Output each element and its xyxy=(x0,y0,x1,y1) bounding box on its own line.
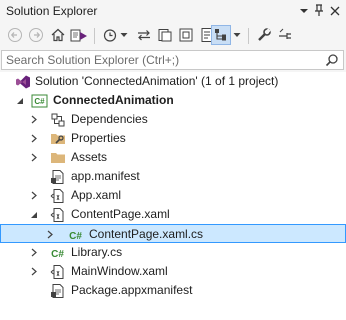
tree-item-label: Assets xyxy=(71,150,108,164)
folder-icon xyxy=(49,149,66,166)
tree-row-mainwindow-xaml[interactable]: MainWindow.xaml xyxy=(0,262,346,281)
manifest-file-icon xyxy=(49,282,66,299)
properties-wrench-icon[interactable] xyxy=(254,25,274,45)
toolbar-separator xyxy=(94,28,95,44)
svg-text:C#: C# xyxy=(51,249,64,260)
title-bar: Solution Explorer xyxy=(0,0,346,22)
tree-row-app-manifest[interactable]: app.manifest xyxy=(0,167,346,186)
collapsed-chevron-icon[interactable] xyxy=(28,129,40,148)
tree-item-label: app.manifest xyxy=(71,169,140,183)
tree-row-solution[interactable]: Solution 'ConnectedAnimation' (1 of 1 pr… xyxy=(0,72,346,91)
project-label: ConnectedAnimation xyxy=(53,93,174,107)
view-options-dropdown-icon[interactable] xyxy=(232,25,242,45)
xaml-file-icon xyxy=(49,263,66,280)
search-icon[interactable] xyxy=(324,52,340,68)
search-input[interactable] xyxy=(6,52,316,68)
collapsed-chevron-icon[interactable] xyxy=(28,110,40,129)
search-box xyxy=(1,50,344,70)
toolbar-separator xyxy=(248,28,249,44)
tree-row-dependencies[interactable]: Dependencies xyxy=(0,110,346,129)
tree-item-label: ContentPage.xaml xyxy=(71,207,170,221)
tree-row-app-xaml[interactable]: App.xaml xyxy=(0,186,346,205)
tree-row-library-cs[interactable]: C# Library.cs xyxy=(0,243,346,262)
forward-icon[interactable] xyxy=(26,25,46,45)
expanded-chevron-icon[interactable] xyxy=(14,91,26,110)
xaml-file-icon xyxy=(49,206,66,223)
sync-with-active-document-icon[interactable] xyxy=(134,25,154,45)
collapsed-chevron-icon[interactable] xyxy=(28,148,40,167)
collapsed-chevron-icon[interactable] xyxy=(28,186,40,205)
refresh-icon[interactable] xyxy=(155,25,175,45)
expanded-chevron-icon[interactable] xyxy=(28,205,40,224)
pin-icon[interactable] xyxy=(311,2,327,19)
svg-text:C#: C# xyxy=(34,97,45,106)
tree-item-label: App.xaml xyxy=(71,188,122,202)
tree-row-project[interactable]: C# ConnectedAnimation xyxy=(0,91,346,110)
manifest-file-icon xyxy=(49,168,66,185)
close-icon[interactable] xyxy=(327,2,343,19)
svg-text:C#: C# xyxy=(69,231,82,242)
tree-row-contentpage-xaml[interactable]: ContentPage.xaml xyxy=(0,205,346,224)
tree-row-assets[interactable]: Assets xyxy=(0,148,346,167)
preview-selected-items-icon[interactable] xyxy=(211,25,231,45)
tree-item-label: Dependencies xyxy=(71,112,148,126)
pending-changes-dropdown-icon[interactable] xyxy=(119,25,129,45)
tree-item-label: Properties xyxy=(71,131,126,145)
home-icon[interactable] xyxy=(48,25,68,45)
tree-item-label: ContentPage.xaml.cs xyxy=(89,227,204,241)
window-menu-dropdown-icon[interactable] xyxy=(296,2,312,19)
tree-row-properties[interactable]: Properties xyxy=(0,129,346,148)
xaml-file-icon xyxy=(49,187,66,204)
dependencies-icon xyxy=(49,111,66,128)
switch-views-icon[interactable] xyxy=(69,25,89,45)
toolbar xyxy=(0,22,346,50)
csharp-project-icon: C# xyxy=(31,92,48,109)
csharp-file-icon: C# xyxy=(49,244,66,261)
csharp-file-icon: C# xyxy=(67,226,84,243)
back-icon[interactable] xyxy=(5,25,25,45)
collapsed-chevron-icon[interactable] xyxy=(44,225,56,244)
solution-tree: Solution 'ConnectedAnimation' (1 of 1 pr… xyxy=(0,72,346,320)
pending-changes-filter-icon[interactable] xyxy=(100,25,120,45)
tree-item-label: Package.appxmanifest xyxy=(71,283,193,297)
collapsed-chevron-icon[interactable] xyxy=(28,262,40,281)
window-title: Solution Explorer xyxy=(6,4,98,18)
collapse-all-icon[interactable] xyxy=(176,25,196,45)
tree-item-label: Library.cs xyxy=(71,245,123,259)
solution-label: Solution 'ConnectedAnimation' (1 of 1 pr… xyxy=(35,74,279,88)
tree-row-package-appxmanifest[interactable]: Package.appxmanifest xyxy=(0,281,346,300)
tree-item-label: MainWindow.xaml xyxy=(71,264,168,278)
preview-pin-icon[interactable] xyxy=(275,25,295,45)
wrench-folder-icon xyxy=(49,130,66,147)
vs-solution-icon xyxy=(14,73,31,90)
tree-row-contentpage-xaml-cs[interactable]: C# ContentPage.xaml.cs xyxy=(0,224,346,243)
collapsed-chevron-icon[interactable] xyxy=(28,243,40,262)
